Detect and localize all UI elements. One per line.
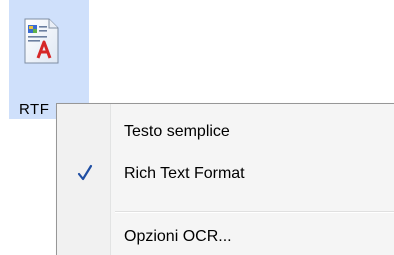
menu-item-label: Rich Text Format: [124, 165, 245, 182]
context-menu: Testo semplice Rich Text Format Opzioni …: [56, 103, 394, 255]
menu-item-plain-text[interactable]: Testo semplice: [57, 116, 394, 146]
menu-item-label: Testo semplice: [124, 123, 230, 140]
rtf-file-item[interactable]: RTF: [9, 0, 89, 119]
menu-item-ocr-options[interactable]: Opzioni OCR...: [57, 221, 394, 251]
menu-item-label: Opzioni OCR...: [124, 228, 232, 245]
file-label: RTF: [19, 101, 50, 118]
menu-item-rich-text-format[interactable]: Rich Text Format: [57, 158, 394, 188]
checkmark-icon: [77, 164, 93, 181]
rtf-document-icon: [24, 18, 59, 64]
menu-separator: [115, 211, 394, 213]
